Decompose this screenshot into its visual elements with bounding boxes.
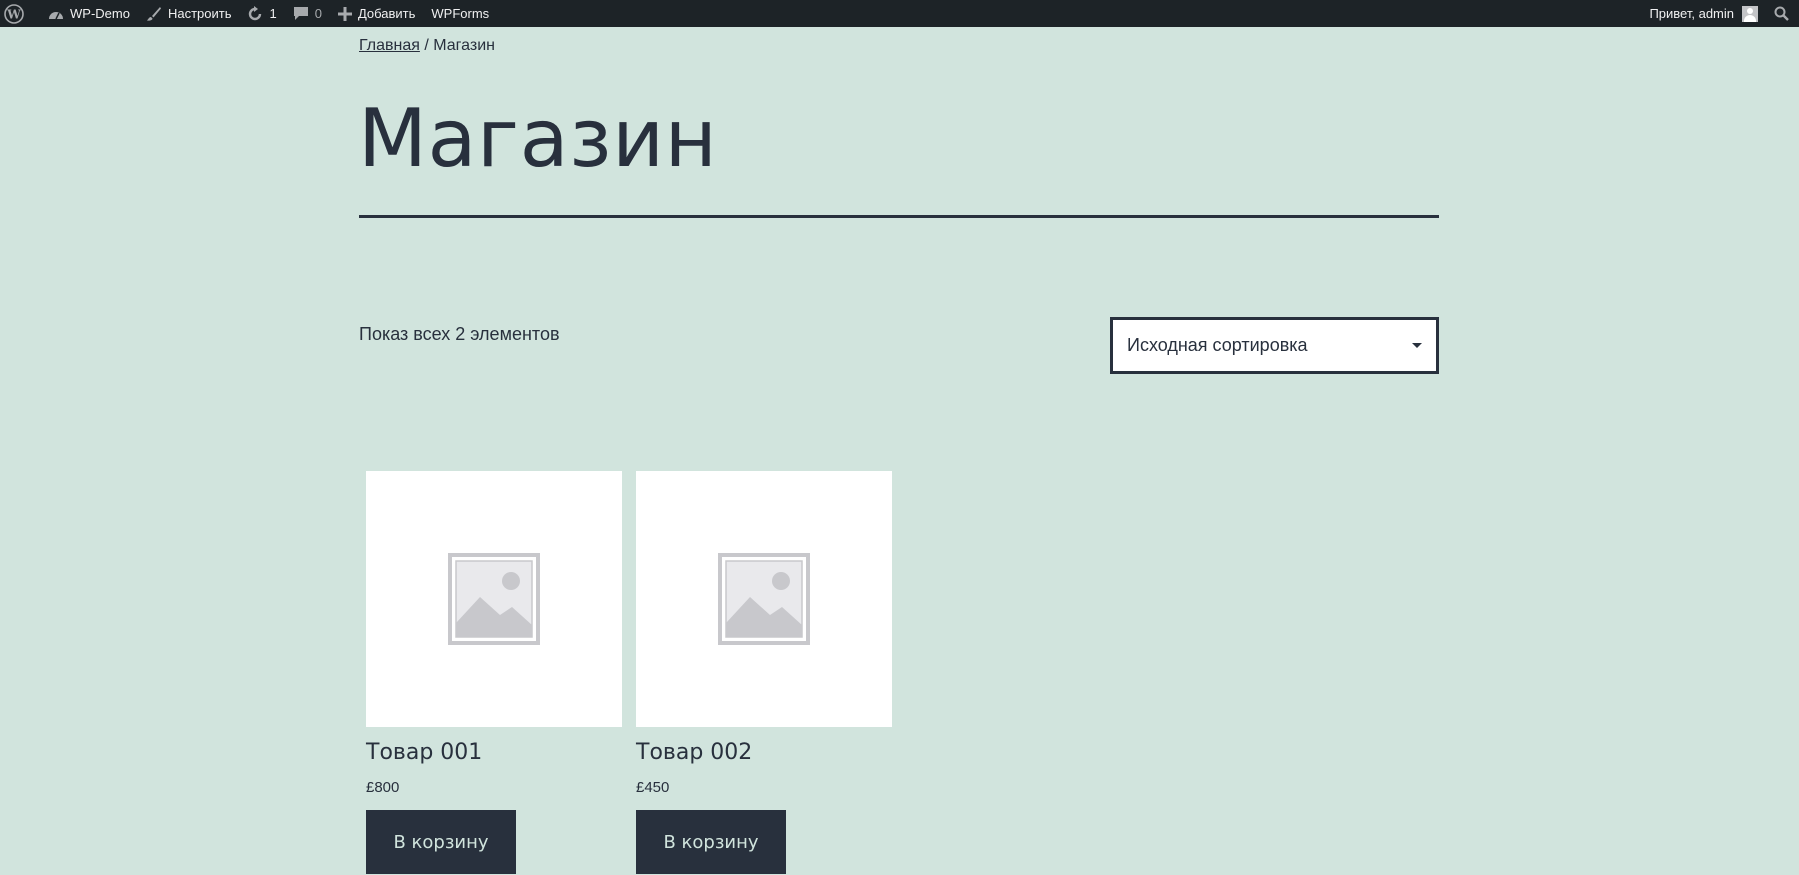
my-account-link[interactable]: Привет, admin [1641,0,1766,27]
wpforms-link[interactable]: WPForms [423,0,497,27]
search-icon [1774,6,1789,21]
breadcrumb-current: Магазин [433,37,495,54]
svg-text:W: W [6,7,21,21]
caret-down-icon [1412,343,1422,348]
admin-bar-left: W WP-Demo Настроить 1 0 Добавить WPForms [0,0,497,27]
image-placeholder-icon [718,553,810,645]
breadcrumb: Главная / Магазин [359,37,495,55]
greeting-label: Привет, admin [1649,6,1734,21]
comments-icon [293,6,309,21]
product-card: Товар 001 £800 В корзину [366,471,622,874]
image-placeholder-icon [448,553,540,645]
wordpress-logo-button[interactable]: W [0,0,40,27]
page-title: Магазин [358,92,718,185]
add-to-cart-button[interactable]: В корзину [636,810,786,874]
customize-link[interactable]: Настроить [138,0,240,27]
brush-icon [146,6,162,22]
sort-select[interactable]: Исходная сортировка [1110,317,1439,374]
breadcrumb-separator: / [419,37,434,54]
product-thumbnail[interactable] [636,471,892,727]
product-thumbnail[interactable] [366,471,622,727]
wordpress-icon: W [4,3,24,24]
sort-selected-value: Исходная сортировка [1127,335,1308,355]
breadcrumb-home-link[interactable]: Главная [359,37,420,54]
add-to-cart-button[interactable]: В корзину [366,810,516,874]
dashboard-icon [48,7,64,21]
add-new-link[interactable]: Добавить [330,0,423,27]
updates-count: 1 [269,6,277,21]
customize-label: Настроить [167,6,232,21]
product-title[interactable]: Товар 002 [636,740,892,765]
site-name-label: WP-Demo [70,6,130,21]
avatar [1742,5,1758,22]
product-card: Товар 002 £450 В корзину [636,471,892,874]
result-count: Показ всех 2 элементов [359,324,560,344]
title-divider [359,215,1439,218]
product-title[interactable]: Товар 001 [366,740,622,765]
admin-bar-right: Привет, admin [1641,0,1799,27]
plus-icon [337,6,352,21]
wpforms-label: WPForms [431,6,490,21]
admin-bar: W WP-Demo Настроить 1 0 Добавить WPForms… [0,0,1799,27]
comments-count: 0 [314,6,322,21]
product-price: £450 [636,779,670,796]
search-button[interactable] [1766,0,1799,27]
updates-icon [247,5,263,22]
comments-link[interactable]: 0 [285,0,330,27]
product-price: £800 [366,779,400,796]
updates-link[interactable]: 1 [239,0,284,27]
add-new-label: Добавить [357,6,416,21]
site-name-link[interactable]: WP-Demo [40,0,138,27]
